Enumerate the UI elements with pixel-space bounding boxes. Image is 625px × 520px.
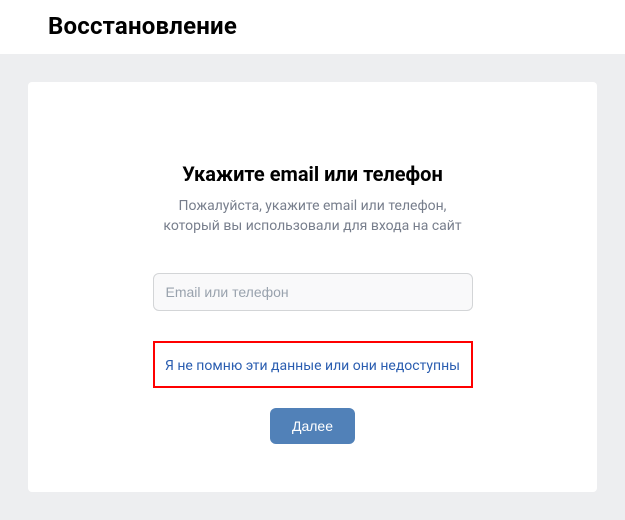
email-phone-input[interactable] (153, 273, 473, 311)
content-area: Укажите email или телефон Пожалуйста, ук… (0, 54, 625, 520)
recovery-card: Укажите email или телефон Пожалуйста, ук… (28, 82, 597, 492)
page-title: Восстановление (48, 12, 625, 40)
subtitle-line1: Пожалуйста, укажите email или телефон, (179, 198, 447, 214)
subtitle-line2: который вы использовали для входа на сай… (163, 218, 461, 234)
card-subtitle: Пожалуйста, укажите email или телефон, к… (76, 196, 549, 237)
card-title: Укажите email или телефон (76, 162, 549, 186)
forgot-data-link[interactable]: Я не помню эти данные или они недоступны (165, 358, 460, 374)
page-header: Восстановление (0, 0, 625, 54)
next-button[interactable]: Далее (270, 408, 355, 444)
forgot-link-highlight: Я не помню эти данные или они недоступны (153, 341, 473, 388)
